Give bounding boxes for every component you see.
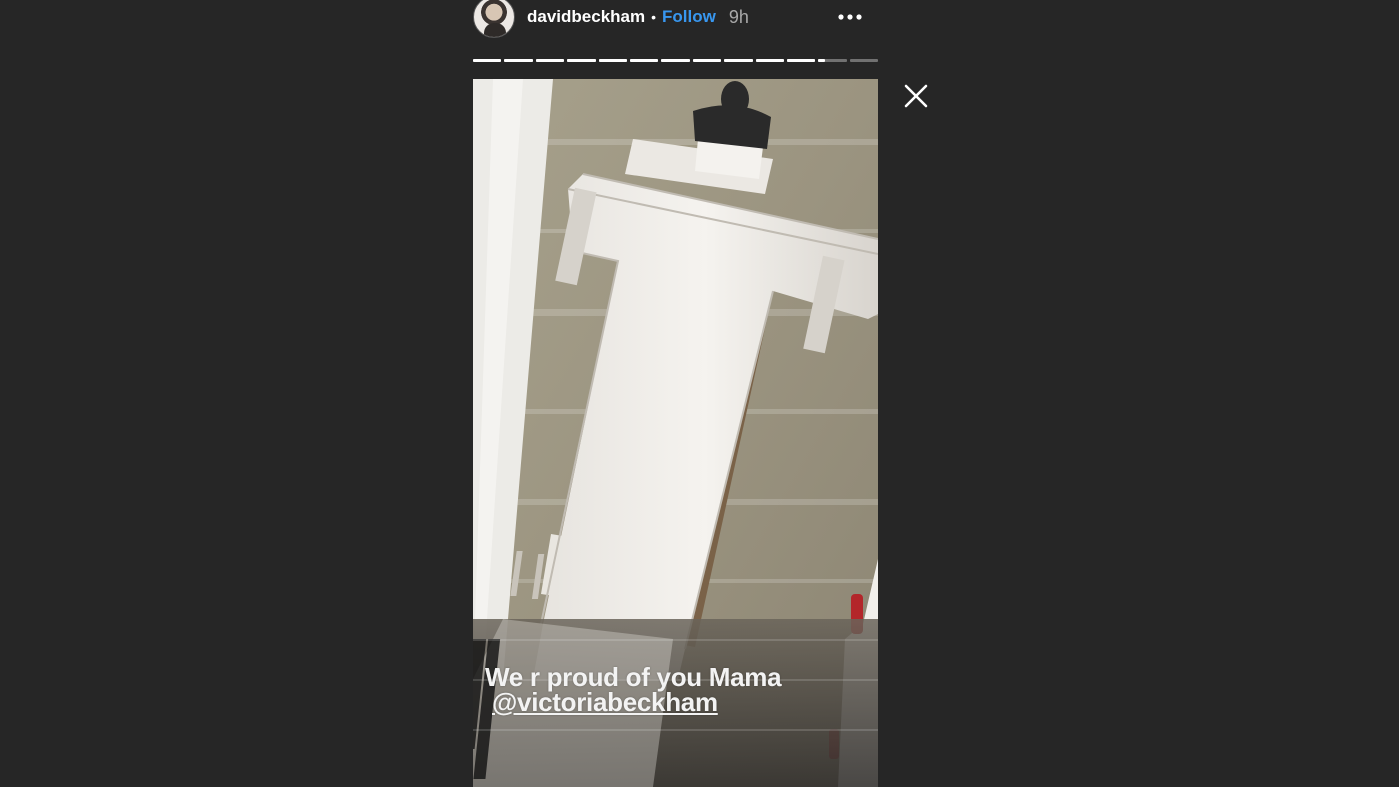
progress-segment-fill <box>473 59 502 62</box>
story-viewer: davidbeckham • Follow 9h We r proud of y… <box>0 0 1399 787</box>
progress-segment <box>535 59 565 62</box>
progress-segment-fill <box>818 59 826 62</box>
story-progress-bar <box>473 59 879 62</box>
progress-segment-fill <box>598 59 627 62</box>
progress-segment <box>504 59 533 62</box>
progress-segment-fill <box>567 59 596 62</box>
progress-segment-fill <box>724 59 753 62</box>
separator-dot: • <box>651 9 657 25</box>
progress-segment <box>755 59 784 62</box>
progress-segment <box>629 59 659 62</box>
avatar[interactable] <box>473 0 515 38</box>
story-caption: We r proud of you Mama @victoriabeckham <box>485 664 782 717</box>
progress-segment-fill <box>504 59 533 62</box>
progress-segment <box>598 59 627 62</box>
follow-button[interactable]: Follow <box>662 7 716 27</box>
progress-segment <box>786 59 816 62</box>
close-icon[interactable] <box>903 83 929 109</box>
progress-segment <box>567 59 596 62</box>
progress-segment <box>473 59 502 62</box>
progress-segment-fill <box>786 59 816 62</box>
progress-segment <box>818 59 847 62</box>
more-options-icon[interactable] <box>836 4 864 24</box>
story-header: davidbeckham • Follow 9h <box>473 0 878 40</box>
progress-segment <box>692 59 722 62</box>
progress-segment-fill <box>629 59 659 62</box>
progress-segment-fill <box>661 59 690 62</box>
progress-segment-fill <box>755 59 784 62</box>
timestamp: 9h <box>728 6 749 27</box>
story-media[interactable]: We r proud of you Mama @victoriabeckham <box>473 79 878 787</box>
progress-segment <box>661 59 690 62</box>
progress-segment <box>849 59 879 62</box>
mention-link[interactable]: @victoriabeckham <box>492 687 718 717</box>
progress-segment-fill <box>692 59 722 62</box>
progress-segment <box>724 59 753 62</box>
username[interactable]: davidbeckham <box>527 7 645 27</box>
progress-segment-fill <box>535 59 565 62</box>
